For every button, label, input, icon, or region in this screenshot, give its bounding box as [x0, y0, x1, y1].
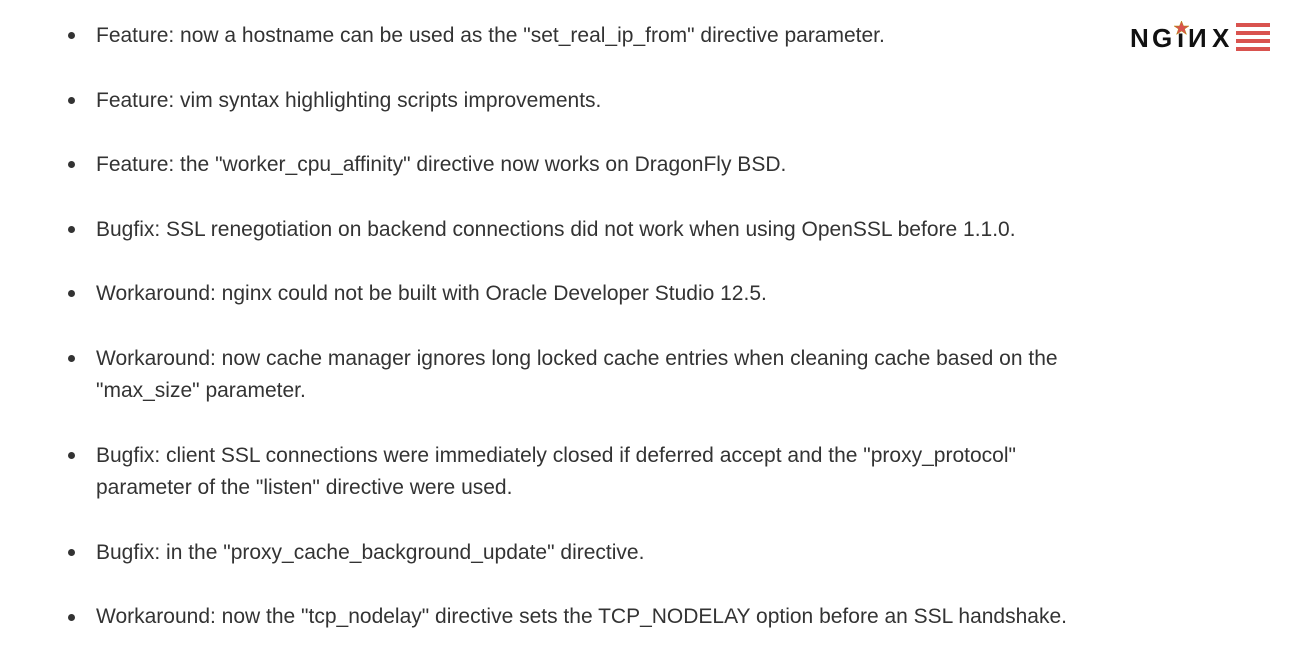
list-item: Workaround: now cache manager ignores lo… [68, 343, 1100, 408]
changelog-item-text: Workaround: now the "tcp_nodelay" direct… [96, 605, 1067, 628]
changelog-item-text: Workaround: now cache manager ignores lo… [96, 347, 1058, 403]
changelog-item-text: Bugfix: SSL renegotiation on backend con… [96, 218, 1016, 241]
changelog-item-text: Bugfix: in the "proxy_cache_background_u… [96, 541, 644, 564]
list-item: Feature: the "worker_cpu_affinity" direc… [68, 149, 1100, 182]
changelog-item-text: Workaround: nginx could not be built wit… [96, 282, 767, 305]
list-item: Workaround: nginx could not be built wit… [68, 278, 1100, 311]
changelog-item-text: Feature: vim syntax highlighting scripts… [96, 89, 601, 112]
nginx-logo: N G i И X [1130, 18, 1270, 54]
changelog-item-text: Feature: the "worker_cpu_affinity" direc… [96, 153, 786, 176]
changelog-item-text: Bugfix: client SSL connections were imme… [96, 444, 1016, 500]
svg-text:И: И [1188, 23, 1207, 53]
list-item: Bugfix: SSL renegotiation on backend con… [68, 214, 1100, 247]
list-item: Bugfix: in the "proxy_cache_background_u… [68, 537, 1100, 570]
changelog-list: Feature: now a hostname can be used as t… [40, 20, 1100, 634]
list-item: Feature: now a hostname can be used as t… [68, 20, 1100, 53]
svg-text:X: X [1212, 23, 1230, 53]
svg-text:N: N [1130, 23, 1149, 53]
list-item: Bugfix: client SSL connections were imme… [68, 440, 1100, 505]
list-item: Workaround: now the "tcp_nodelay" direct… [68, 601, 1100, 634]
nginx-logo-icon: N G i И X [1130, 19, 1270, 53]
list-item: Feature: vim syntax highlighting scripts… [68, 85, 1100, 118]
svg-text:G: G [1152, 23, 1172, 53]
changelog-item-text: Feature: now a hostname can be used as t… [96, 24, 885, 47]
